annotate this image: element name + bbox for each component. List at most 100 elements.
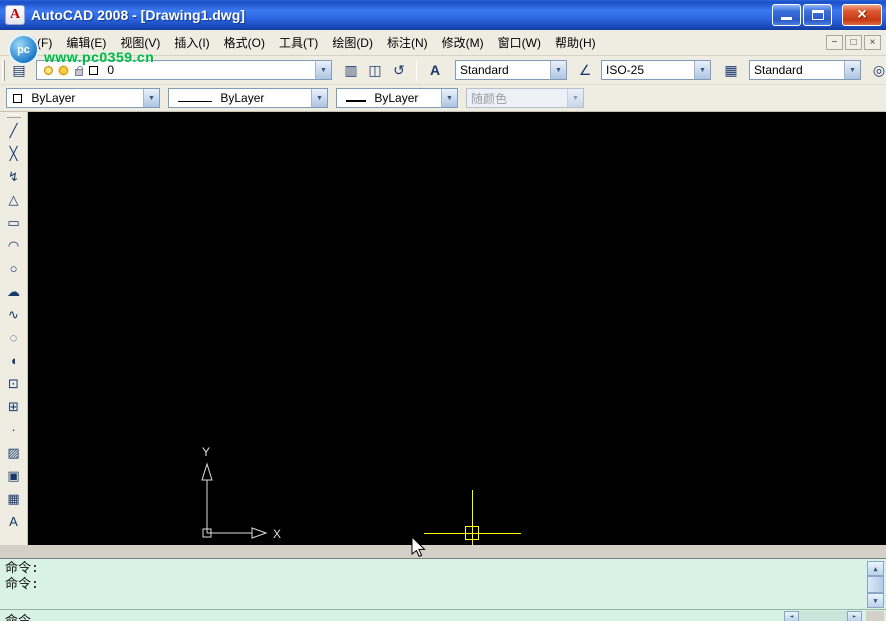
- minimize-button[interactable]: [772, 4, 801, 26]
- draw-tool-polygon[interactable]: △: [3, 189, 25, 210]
- watermark-logo: pc: [8, 34, 39, 65]
- layer-states-icon: ◫: [368, 62, 381, 79]
- draw-tool-table[interactable]: ▦: [3, 488, 25, 509]
- scrollbar-thumb[interactable]: [867, 576, 884, 593]
- draw-tool-circle[interactable]: ○: [3, 258, 25, 279]
- draw-tool-make-block[interactable]: ⊞: [3, 396, 25, 417]
- layer-combo-value: 0: [37, 63, 315, 77]
- window-title: AutoCAD 2008 - [Drawing1.dwg]: [31, 7, 245, 23]
- construction-line-icon: ╳: [10, 146, 18, 162]
- color-combo-dropdown-arrow[interactable]: ▼: [143, 89, 159, 107]
- menu-item-dimension[interactable]: 标注(N): [380, 30, 435, 55]
- draw-tool-ellipse[interactable]: ◌: [3, 327, 25, 348]
- text-style-combo-value: Standard: [456, 63, 550, 77]
- ucs-y-label: Y: [202, 445, 210, 459]
- mdi-window-controls: − □ ×: [824, 35, 881, 50]
- horizontal-scroll-track[interactable]: [799, 611, 847, 621]
- toolbar-grip[interactable]: [2, 60, 5, 81]
- app-icon-letter: A: [10, 7, 20, 23]
- draw-tool-region[interactable]: ▣: [3, 465, 25, 486]
- color-combo[interactable]: ByLayer ▼: [6, 88, 160, 108]
- draw-tool-arc[interactable]: ◠: [3, 235, 25, 256]
- layer-states-button[interactable]: ◫: [364, 59, 386, 81]
- mdi-minimize-button[interactable]: −: [826, 35, 843, 50]
- scrollbar-corner: [866, 611, 884, 621]
- ucs-x-label: X: [273, 527, 281, 541]
- draw-tool-spline[interactable]: ∿: [3, 304, 25, 325]
- maximize-button[interactable]: [803, 4, 832, 26]
- table-style-combo-dropdown-arrow[interactable]: ▼: [844, 61, 860, 79]
- lineweight-combo-dropdown-arrow[interactable]: ▼: [441, 89, 457, 107]
- menu-item-modify[interactable]: 修改(M): [435, 30, 491, 55]
- text-style-button[interactable]: A: [424, 59, 446, 81]
- menu-item-tools[interactable]: 工具(T): [272, 30, 325, 55]
- scroll-down-button[interactable]: ▼: [867, 593, 884, 608]
- mdi-restore-button[interactable]: □: [845, 35, 862, 50]
- linetype-combo-dropdown-arrow[interactable]: ▼: [311, 89, 327, 107]
- dim-style-icon: ∠: [579, 62, 592, 79]
- layer-combo-dropdown-arrow[interactable]: ▼: [315, 61, 331, 79]
- draw-tool-ellipse-arc[interactable]: ◖: [3, 350, 25, 371]
- mdi-close-button[interactable]: ×: [864, 35, 881, 50]
- command-history[interactable]: 命令: 命令:: [5, 561, 862, 607]
- command-history-line: 命令:: [5, 577, 862, 593]
- layer-manager-button[interactable]: ▥: [340, 59, 362, 81]
- linetype-sample: [178, 101, 212, 102]
- command-horizontal-scrollbar[interactable]: ◄ ►: [784, 611, 862, 621]
- text-style-combo-dropdown-arrow[interactable]: ▼: [550, 61, 566, 79]
- point-icon: ·: [11, 422, 15, 437]
- command-vertical-scrollbar[interactable]: ▲ ▼: [867, 561, 884, 608]
- text-style-combo[interactable]: Standard ▼: [455, 60, 567, 80]
- command-window: 命令: 命令: ▲ ▼ 命令 ◄ ►: [0, 558, 886, 621]
- titlebar[interactable]: A AutoCAD 2008 - [Drawing1.dwg] ×: [0, 0, 886, 30]
- scroll-right-button[interactable]: ►: [847, 611, 862, 621]
- linetype-combo[interactable]: ByLayer ▼: [168, 88, 328, 108]
- plotstyle-combo-value: 随颜色: [467, 90, 567, 107]
- draw-tool-insert-block[interactable]: ⊡: [3, 373, 25, 394]
- toolbar-overflow-button[interactable]: ◎: [868, 59, 886, 81]
- command-input-line[interactable]: 命令 ◄ ►: [0, 609, 886, 621]
- revision-cloud-icon: ☁: [7, 284, 20, 300]
- toolbar-separator: [416, 60, 417, 81]
- window-controls: ×: [770, 4, 882, 26]
- scroll-up-button[interactable]: ▲: [867, 561, 884, 576]
- draw-tool-rectangle[interactable]: ▭: [3, 212, 25, 233]
- draw-tool-line[interactable]: ╱: [3, 120, 25, 141]
- draw-toolbar: ╱ ╳ ↯ △ ▭ ◠ ○ ☁ ∿ ◌ ◖ ⊡ ⊞ · ▨ ▣ ▦ A: [0, 112, 28, 545]
- menu-item-help[interactable]: 帮助(H): [548, 30, 603, 55]
- make-block-icon: ⊞: [8, 399, 19, 415]
- table-style-button[interactable]: ▦: [720, 59, 742, 81]
- menu-item-window[interactable]: 窗口(W): [491, 30, 548, 55]
- menu-item-insert[interactable]: 插入(I): [167, 30, 216, 55]
- table-style-combo[interactable]: Standard ▼: [749, 60, 861, 80]
- draw-tool-construction-line[interactable]: ╳: [3, 143, 25, 164]
- command-window-splitter[interactable]: [0, 545, 886, 558]
- draw-tool-multiline-text[interactable]: A: [3, 511, 25, 532]
- dim-style-button[interactable]: ∠: [574, 59, 596, 81]
- dim-style-combo[interactable]: ISO-25 ▼: [601, 60, 711, 80]
- layer-previous-button[interactable]: ↺: [388, 59, 410, 81]
- plotstyle-combo-dropdown-arrow: ▼: [567, 89, 583, 107]
- close-button[interactable]: ×: [842, 4, 882, 26]
- lineweight-combo-value: ByLayer: [337, 91, 441, 105]
- scroll-left-button[interactable]: ◄: [784, 611, 799, 621]
- ellipse-icon: ◌: [10, 330, 18, 345]
- multiline-text-icon: A: [9, 514, 18, 529]
- command-input-text: 命令: [5, 610, 31, 621]
- ellipse-arc-icon: ◖: [10, 353, 18, 368]
- dim-style-combo-value: ISO-25: [602, 63, 694, 77]
- minimize-icon: [781, 17, 792, 20]
- drawing-canvas[interactable]: Y X: [28, 112, 886, 545]
- draw-tool-hatch[interactable]: ▨: [3, 442, 25, 463]
- spline-icon: ∿: [8, 307, 19, 323]
- draw-tool-point[interactable]: ·: [3, 419, 25, 440]
- menu-item-format[interactable]: 格式(O): [217, 30, 272, 55]
- menu-item-draw[interactable]: 绘图(D): [325, 30, 380, 55]
- draw-tool-polyline[interactable]: ↯: [3, 166, 25, 187]
- lineweight-combo[interactable]: ByLayer ▼: [336, 88, 458, 108]
- dim-style-combo-dropdown-arrow[interactable]: ▼: [694, 61, 710, 79]
- draw-toolbar-grip[interactable]: [7, 114, 21, 118]
- draw-tool-revision-cloud[interactable]: ☁: [3, 281, 25, 302]
- close-icon: ×: [857, 7, 866, 23]
- watermark-logo-text: pc: [17, 44, 30, 56]
